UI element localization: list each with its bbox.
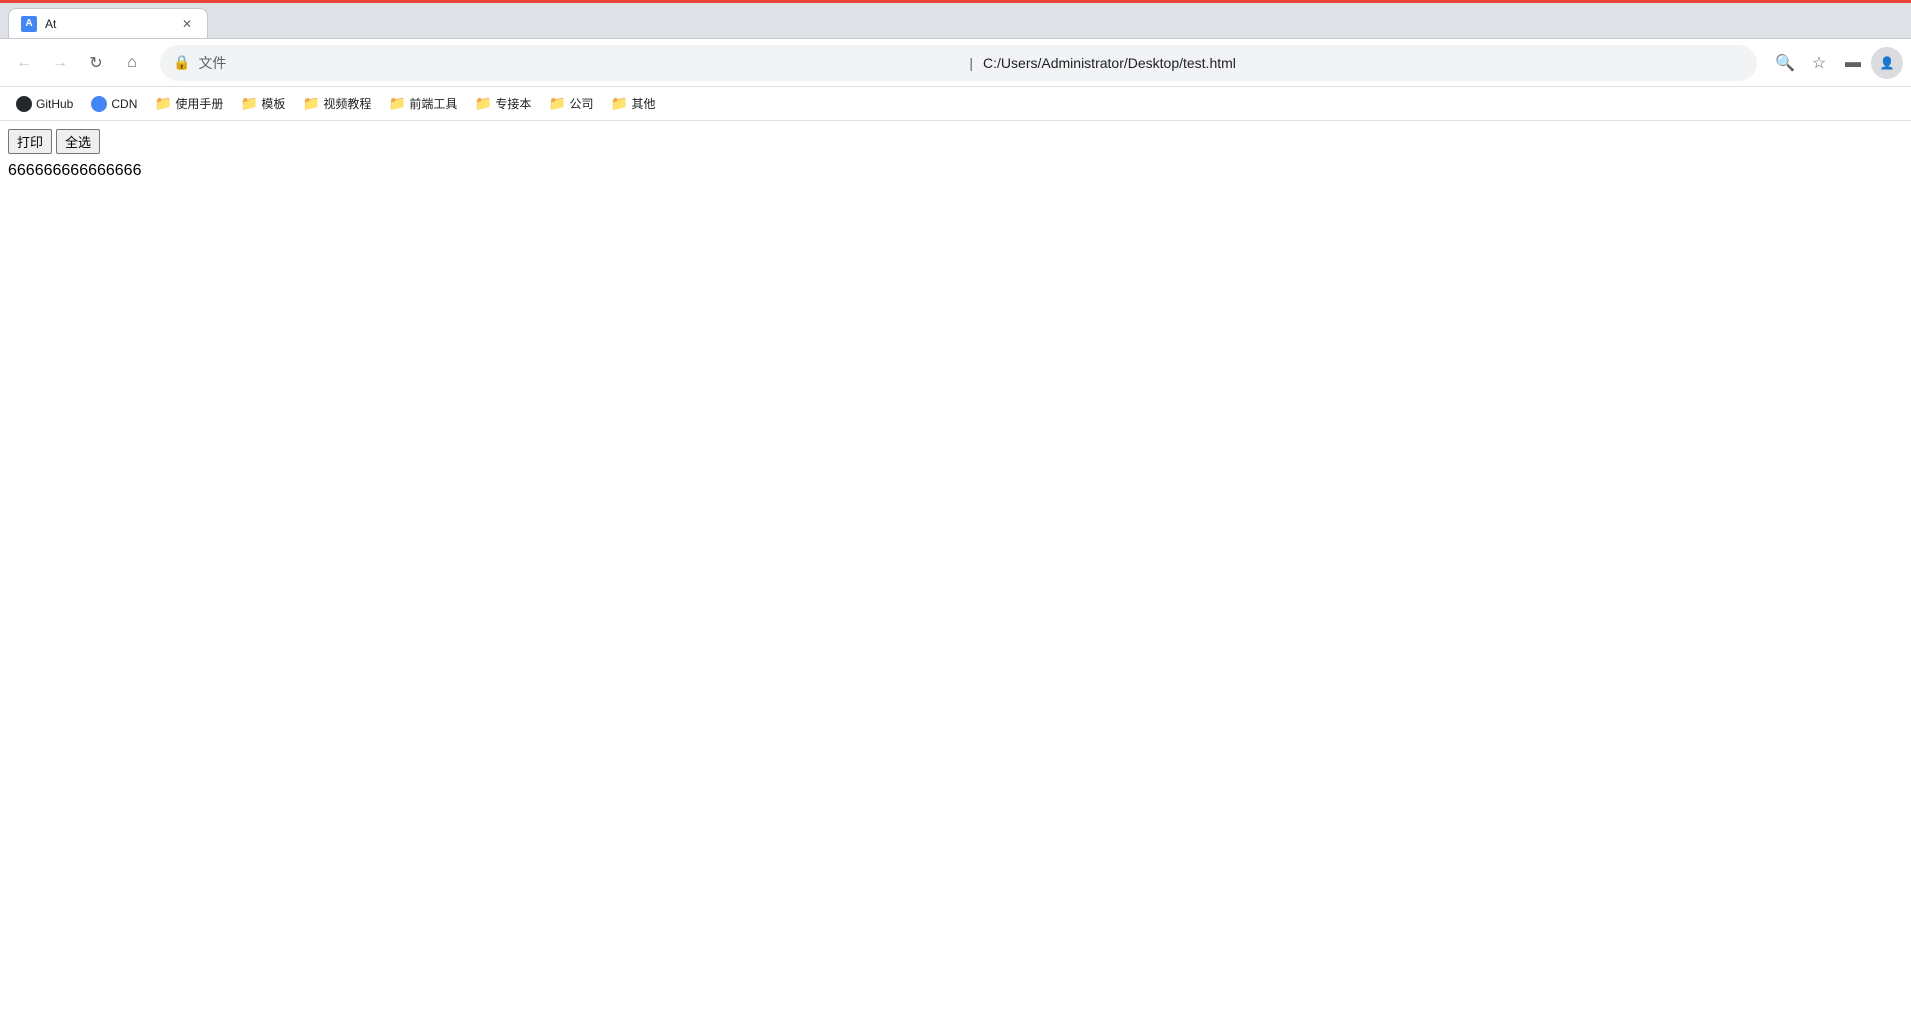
screen-search-button[interactable]: 🔍 — [1769, 47, 1801, 79]
bookmark-github[interactable]: GitHub — [8, 92, 81, 116]
address-bar[interactable]: 🔒 文件 | C:/Users/Administrator/Desktop/te… — [160, 45, 1757, 81]
cdn-icon — [91, 96, 107, 112]
bookmark-video-label: 视频教程 — [323, 95, 371, 112]
reload-button[interactable]: ↻ — [80, 47, 112, 79]
folder-icon-template: 📁 — [241, 96, 257, 112]
bookmarks-star-button[interactable]: ☆ — [1803, 47, 1835, 79]
tab-bar: A At ✕ — [0, 3, 1911, 39]
bookmark-other-label: 其他 — [631, 95, 655, 112]
tab-close-icon[interactable]: ✕ — [179, 16, 195, 32]
bookmark-github-label: GitHub — [36, 97, 73, 111]
folder-icon-video: 📁 — [303, 96, 319, 112]
bookmark-manual-label: 使用手册 — [175, 95, 223, 112]
back-button[interactable]: ← — [8, 47, 40, 79]
github-icon — [16, 96, 32, 112]
profile-button[interactable]: 👤 — [1871, 47, 1903, 79]
bookmark-other[interactable]: 📁 其他 — [603, 91, 663, 116]
bookmark-cdn[interactable]: CDN — [83, 92, 145, 116]
address-url: C:/Users/Administrator/Desktop/test.html — [983, 55, 1744, 71]
address-separator: | — [969, 55, 973, 71]
bookmark-template-label: 模板 — [261, 95, 285, 112]
tab-favicon: A — [21, 16, 37, 32]
page-content: 打印 全选 666666666666666 — [0, 121, 1911, 1021]
protocol-label: 文件 — [198, 53, 959, 73]
folder-icon-other: 📁 — [611, 96, 627, 112]
forward-button[interactable]: → — [44, 47, 76, 79]
folder-icon-transfer: 📁 — [475, 96, 491, 112]
bookmark-transfer[interactable]: 📁 专接本 — [467, 91, 539, 116]
bookmark-tools[interactable]: 📁 前端工具 — [381, 91, 465, 116]
folder-icon-tools: 📁 — [389, 96, 405, 112]
print-button[interactable]: 打印 — [8, 129, 52, 154]
bookmark-template[interactable]: 📁 模板 — [233, 91, 293, 116]
nav-right-buttons: 🔍 ☆ ▬ 👤 — [1769, 47, 1903, 79]
home-button[interactable]: ⌂ — [116, 47, 148, 79]
bookmarks-bar: GitHub CDN 📁 使用手册 📁 模板 📁 视频教程 — [0, 87, 1911, 121]
content-text: 666666666666666 — [8, 162, 1903, 180]
folder-icon-manual: 📁 — [155, 96, 171, 112]
folder-icon-company: 📁 — [549, 96, 565, 112]
bookmark-company-label: 公司 — [569, 95, 593, 112]
bookmark-video[interactable]: 📁 视频教程 — [295, 91, 379, 116]
select-all-button[interactable]: 全选 — [56, 129, 100, 154]
bookmark-company[interactable]: 📁 公司 — [541, 91, 601, 116]
page-buttons: 打印 全选 — [8, 129, 1903, 154]
active-tab[interactable]: A At ✕ — [8, 8, 208, 38]
extensions-button[interactable]: ▬ — [1837, 47, 1869, 79]
bookmark-manual[interactable]: 📁 使用手册 — [147, 91, 231, 116]
bookmark-cdn-label: CDN — [111, 97, 137, 111]
nav-bar: ← → ↻ ⌂ 🔒 文件 | C:/Users/Administrator/De… — [0, 39, 1911, 87]
tab-title: At — [45, 17, 171, 31]
bookmark-tools-label: 前端工具 — [409, 95, 457, 112]
bookmark-transfer-label: 专接本 — [495, 95, 531, 112]
secure-icon: 🔒 — [173, 54, 190, 71]
browser-window: A At ✕ ← → ↻ ⌂ 🔒 文件 | C:/Users/Administr… — [0, 0, 1911, 1021]
